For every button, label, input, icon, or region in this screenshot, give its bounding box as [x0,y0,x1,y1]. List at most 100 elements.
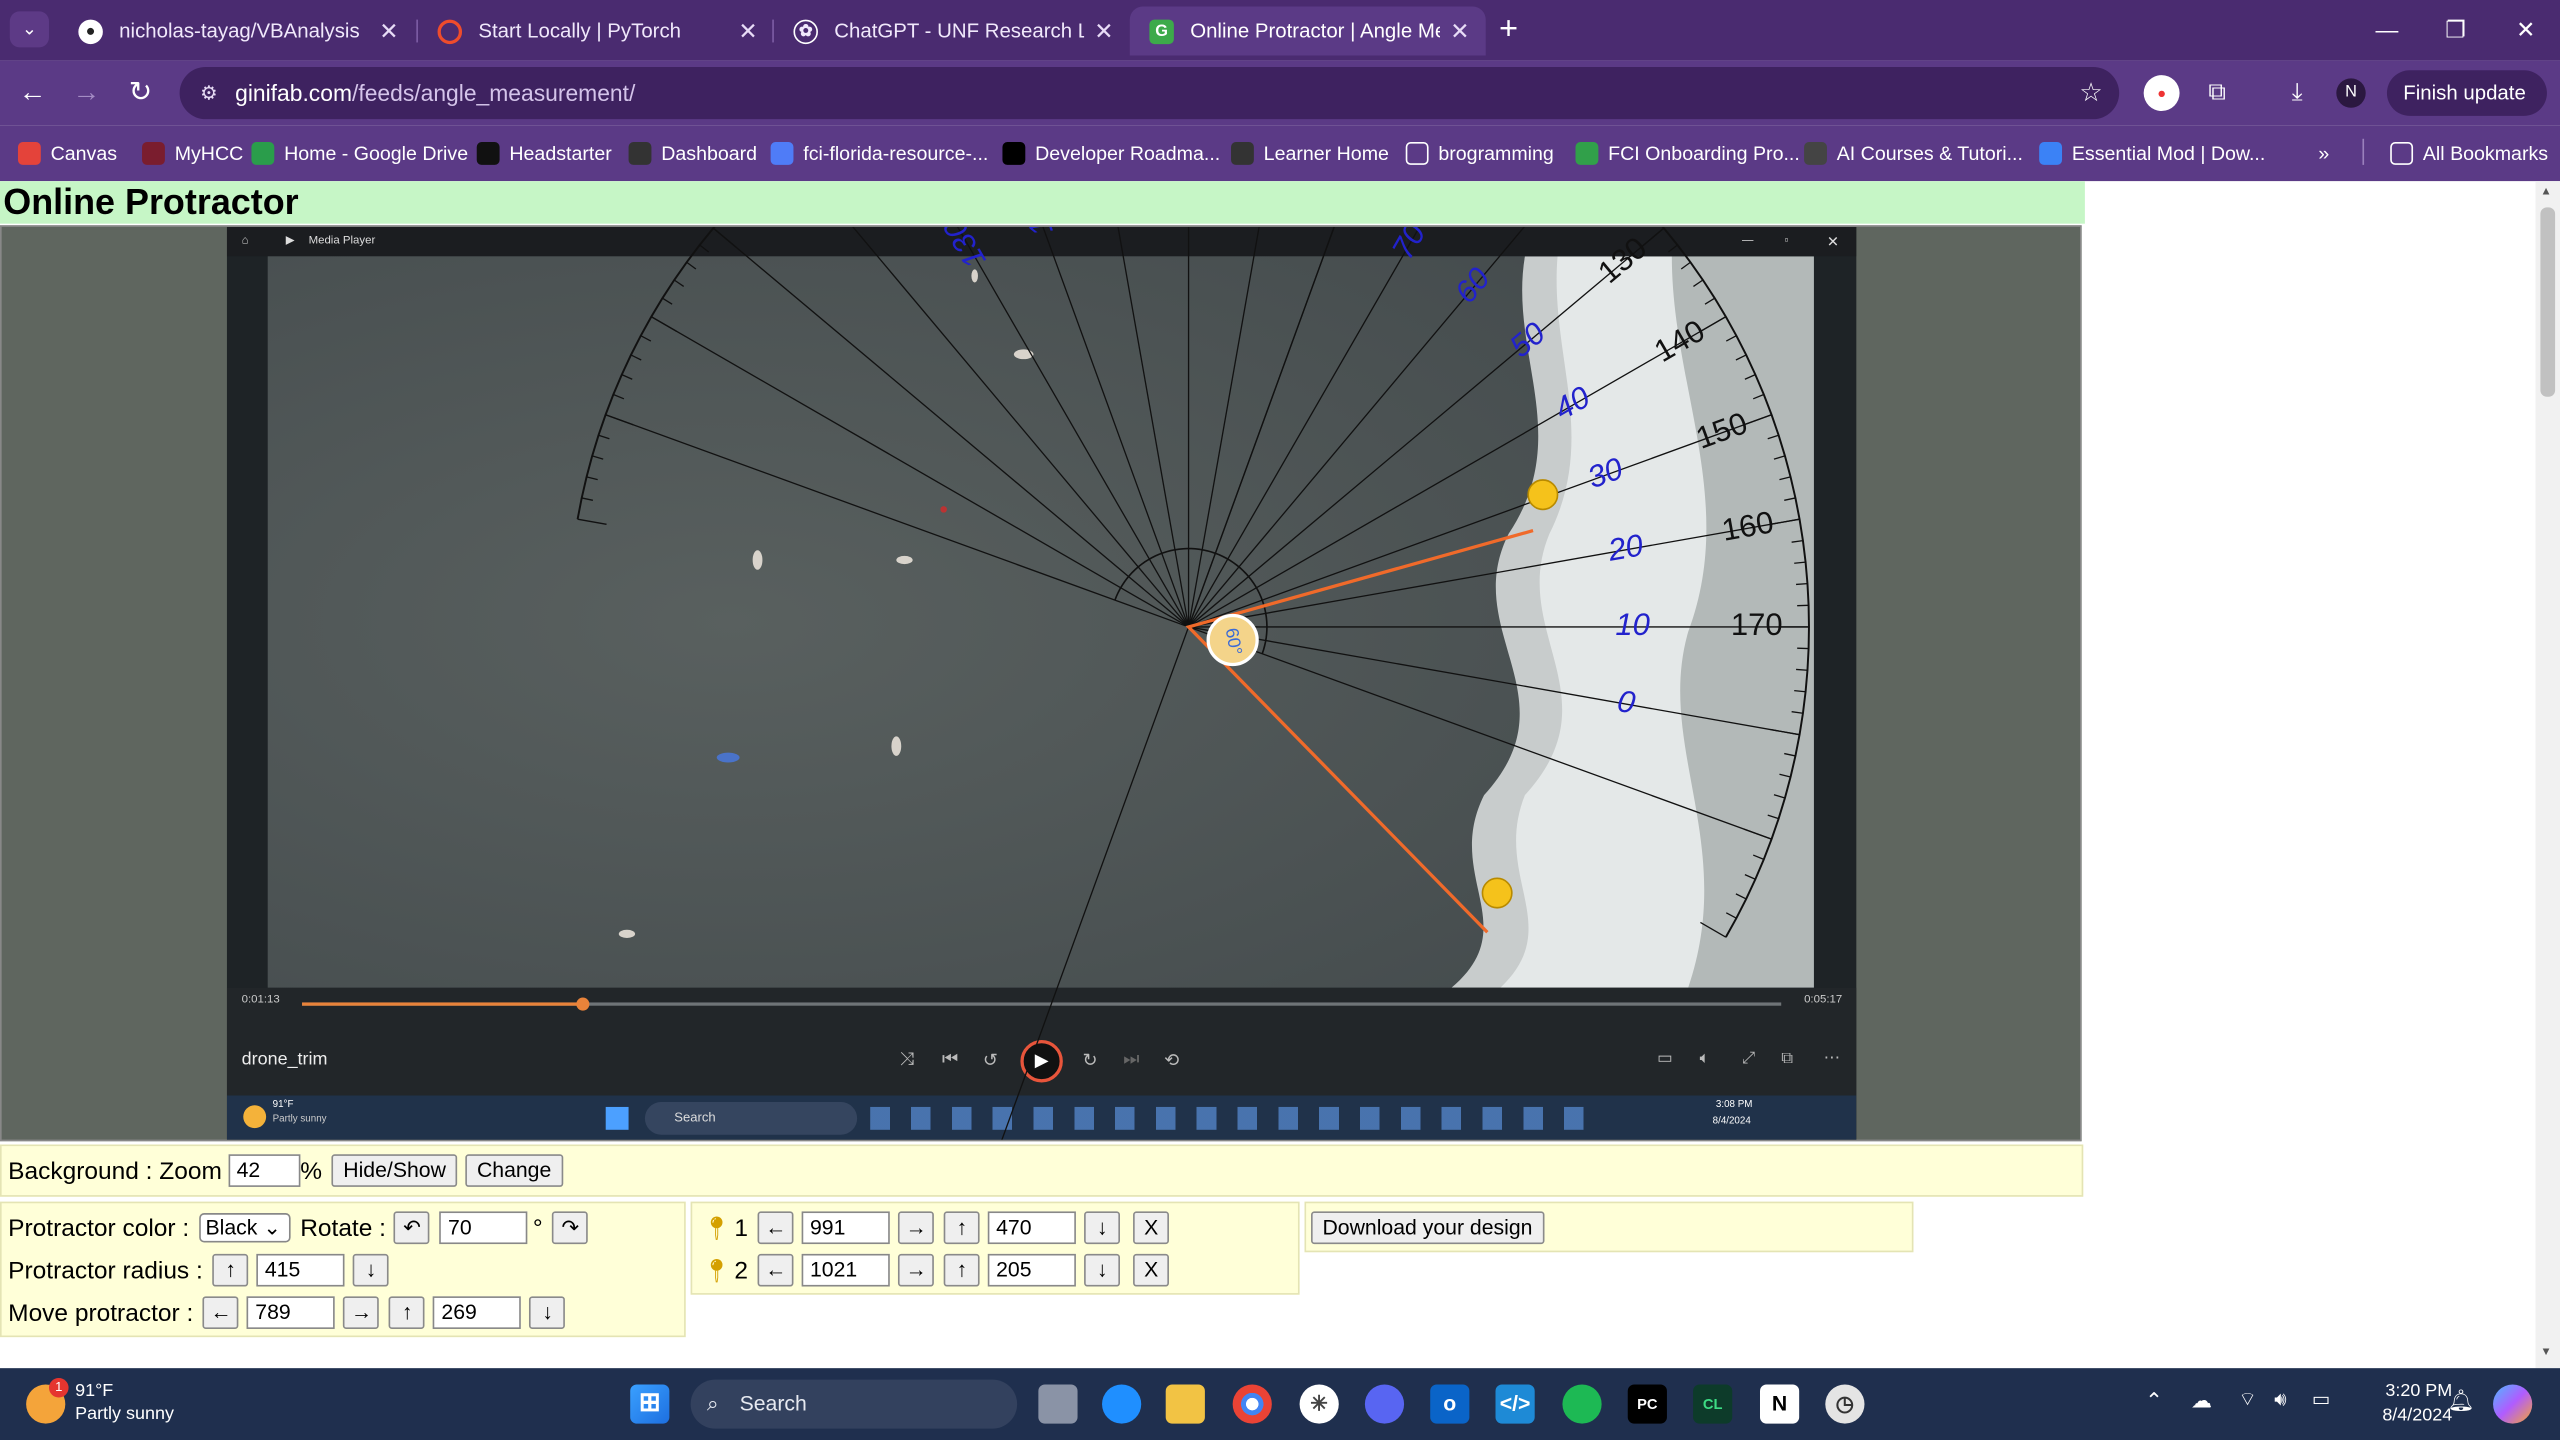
move-y-input[interactable]: 269 [433,1296,522,1329]
download-design-button[interactable]: Download your design [1311,1211,1544,1245]
point1-left-button[interactable]: ← [757,1211,794,1245]
wifi-icon[interactable]: ⌔ [2238,1388,2256,1412]
finish-update-button[interactable]: Finish update ⋮ [2386,70,2547,150]
profile-avatar[interactable]: N [2336,78,2366,108]
bookmark-edx[interactable]: Learner Home [1231,139,1389,168]
point2-remove-button[interactable]: X [1133,1253,1170,1287]
back-button[interactable]: ← [13,73,52,112]
zoom-input[interactable]: 42 [228,1154,301,1187]
bookmark-myhcc[interactable]: MyHCC [142,139,243,168]
scrollbar-thumb[interactable] [2540,207,2556,397]
notion-icon[interactable]: N [1759,1384,1800,1424]
point2-y-input[interactable]: 205 [987,1253,1077,1287]
outlook-icon[interactable]: o [1430,1384,1470,1424]
extensions-icon[interactable]: ⧉ [2199,75,2235,111]
tab-chatgpt[interactable]: ✿ ChatGPT - UNF Research Lead ✕ [774,7,1130,56]
point1-right-button[interactable]: → [898,1211,935,1245]
tab-pytorch[interactable]: Start Locally | PyTorch ✕ [418,7,774,56]
point2-right-button[interactable]: → [898,1253,935,1287]
point1-x-input[interactable]: 991 [801,1211,890,1245]
bookmark-dashboard[interactable]: Dashboard [628,139,757,168]
radius-decrease-button[interactable]: ↓ [353,1253,389,1287]
point1-down-button[interactable]: ↓ [1084,1211,1121,1245]
bookmark-plus[interactable]: FCI Onboarding Pro... [1575,139,1800,168]
extension-badge-icon[interactable]: ● [2143,75,2180,112]
close-tab-icon[interactable]: ✕ [738,17,757,45]
more-bookmarks-button[interactable]: » [2318,139,2329,168]
close-tab-icon[interactable]: ✕ [1450,17,1469,45]
file-explorer-icon[interactable] [1165,1384,1205,1424]
discord-icon[interactable] [1364,1384,1405,1424]
point1-y-input[interactable]: 470 [987,1211,1077,1245]
hide-show-button[interactable]: Hide/Show [331,1154,458,1187]
rotate-input[interactable]: 70 [439,1211,529,1245]
scroll-up-icon[interactable]: ▲ [2540,186,2551,197]
copilot-icon[interactable] [2493,1384,2533,1424]
clock-app-icon[interactable]: ◷ [1825,1384,1865,1424]
minimize-button[interactable]: — [2358,10,2417,49]
weather-description[interactable]: Partly sunny [75,1404,174,1424]
change-background-button[interactable]: Change [465,1154,563,1187]
site-info-icon[interactable]: ⚙ [196,80,222,106]
point2-x-input[interactable]: 1021 [801,1253,890,1287]
slack-icon[interactable]: ✳ [1299,1384,1339,1424]
bookmark-link[interactable]: fci-florida-resource-... [770,139,988,168]
rotate-cw-button[interactable]: ↷ [552,1211,589,1245]
close-tab-icon[interactable]: ✕ [1094,17,1113,45]
bookmark-headstarter[interactable]: Headstarter [476,139,612,168]
notification-bell-icon[interactable]: 🔔︎ [2447,1388,2474,1414]
download-icon[interactable]: ⤓ [2279,75,2315,111]
radius-input[interactable]: 415 [256,1253,345,1287]
bookmark-roadmap[interactable]: Developer Roadma... [1002,139,1220,168]
start-button[interactable]: ⊞ [630,1384,670,1424]
point1-up-button[interactable]: ↑ [943,1211,980,1245]
clion-icon[interactable]: CL [1693,1384,1733,1424]
tab-github[interactable]: ● nicholas-tayag/VBAnalysis ✕ [59,7,415,56]
move-x-input[interactable]: 789 [247,1296,336,1329]
point2-left-button[interactable]: ← [757,1253,794,1287]
point2-up-button[interactable]: ↑ [943,1253,980,1287]
cloud-icon[interactable]: ☁ [2191,1388,2212,1414]
bookmark-google-drive[interactable]: Home - Google Drive [251,139,468,168]
radius-increase-button[interactable]: ↑ [212,1253,249,1287]
spotify-icon[interactable] [1562,1384,1602,1424]
point1-remove-button[interactable]: X [1133,1211,1170,1245]
onedrive-icon[interactable] [1102,1384,1142,1424]
move-down-button[interactable]: ↓ [529,1296,566,1329]
task-view-icon[interactable] [1038,1384,1078,1424]
pycharm-icon[interactable]: PC [1627,1384,1667,1424]
forward-button[interactable]: → [67,73,106,112]
move-up-button[interactable]: ↑ [389,1296,426,1329]
restore-button[interactable]: ❐ [2426,10,2485,49]
bookmark-diamond[interactable]: Essential Mod | Dow... [2039,139,2265,168]
bookmark-canvas[interactable]: Canvas [17,139,117,168]
new-tab-button[interactable]: + [1491,10,1527,49]
tab-online-protractor[interactable]: G Online Protractor | Angle Measu ✕ [1129,6,1486,56]
move-left-button[interactable]: ← [203,1296,239,1329]
close-window-button[interactable]: ✕ [2496,10,2555,49]
bookmark-star-icon[interactable]: ☆ [2079,77,2102,110]
bookmark-page[interactable]: AI Courses & Tutori... [1804,139,2023,168]
bookmark-folder[interactable]: brogramming [1405,139,1554,168]
all-bookmarks-button[interactable]: All Bookmarks [2390,139,2548,168]
battery-icon[interactable]: ▭ [2312,1388,2331,1411]
page-scrollbar[interactable]: ▲ ▼ [2535,181,2560,1369]
protractor-overlay[interactable]: 7080901001101201301401501601701301201101… [2,226,2082,1141]
scroll-down-icon[interactable]: ▼ [2540,1347,2551,1358]
volume-icon[interactable]: 🔊︎ [2274,1388,2286,1412]
weather-temperature[interactable]: 91°F [75,1381,113,1401]
close-tab-icon[interactable]: ✕ [379,17,398,45]
move-right-button[interactable]: → [343,1296,380,1329]
taskbar-search[interactable]: ⌕ Search [690,1379,1018,1429]
rotate-ccw-button[interactable]: ↶ [394,1211,431,1245]
chrome-icon[interactable] [1232,1384,1272,1424]
point2-down-button[interactable]: ↓ [1084,1253,1121,1287]
show-hidden-icons[interactable]: ⌃ [2145,1388,2163,1414]
protractor-color-select[interactable]: Black ⌄ [198,1213,291,1243]
protractor-canvas[interactable]: ⌂ ▶ Media Player — ▫ ✕ 0:01:13 0:05:17 d… [0,225,2082,1142]
taskbar-clock[interactable]: 3:20 PM 8/4/2024 [2351,1380,2452,1429]
address-bar[interactable]: ⚙ ginifab.com/feeds/angle_measurement/ ☆ [179,66,2120,120]
reload-button[interactable]: ↻ [121,73,160,112]
vscode-icon[interactable]: </> [1495,1384,1535,1424]
tab-search-button[interactable]: ⌄ [9,11,49,48]
